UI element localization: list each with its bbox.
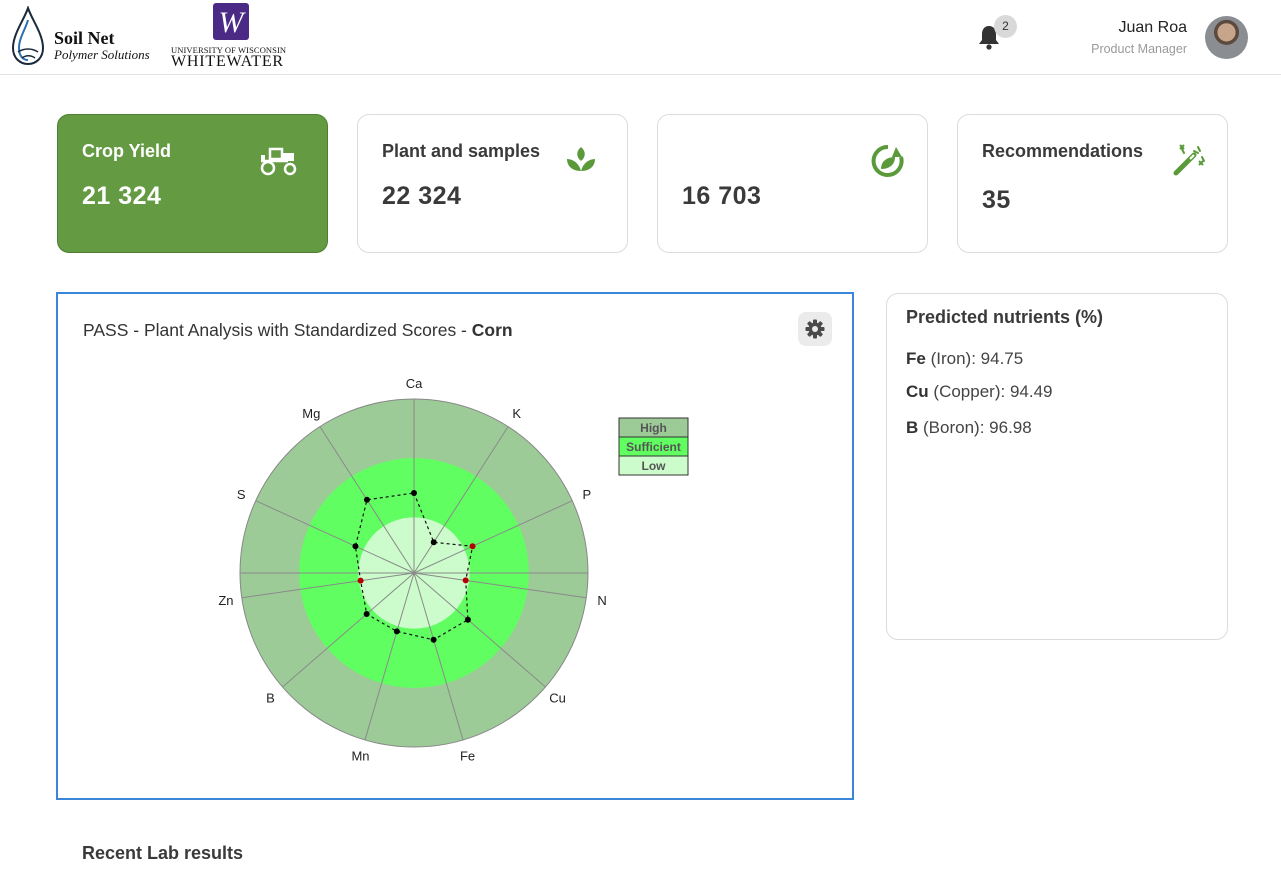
university-campus: WHITEWATER [171,53,284,70]
brand-logo[interactable]: Soil Net Polymer Solutions [54,29,150,63]
plant-icon [567,147,595,171]
category-label: Mg [302,406,320,421]
university-logo-icon: W [213,3,249,40]
category-label: S [237,487,246,502]
university-logo-mark: W [219,6,247,39]
data-point [352,543,359,550]
card-value: 22 324 [382,182,462,210]
brand-name: Soil Net [54,28,115,48]
nutrient-name: (Boron) [923,418,980,437]
data-point [357,577,364,584]
nutrient-row: Fe (Iron): 94.75 [906,349,1024,368]
data-point [363,611,370,618]
data-point [464,616,471,623]
recommendations-card[interactable]: Recommendations 35 [957,114,1228,253]
category-label: Cu [549,690,566,705]
user-avatar[interactable] [1205,16,1248,59]
card-value: 16 703 [682,182,762,210]
notification-count-badge: 2 [994,15,1017,38]
category-label: Zn [218,593,233,608]
category-label: Fe [460,748,475,763]
category-label: Ca [406,376,423,391]
water-drop-logo-icon [11,6,45,66]
nutrient-symbol: Cu [906,382,929,401]
card-title: Plant and samples [382,141,541,161]
legend-label: Low [642,459,667,473]
plant-samples-card[interactable]: Plant and samples 22 324 [357,114,628,253]
data-point [393,628,400,635]
brand-tagline: Polymer Solutions [54,47,150,62]
pass-radar-chart: Ca K P N Cu Fe Mn B Zn S Mg High Sufficient Low [218,376,689,763]
recycle-leaf-icon [871,144,904,177]
category-label: B [266,690,275,705]
nutrients-title: Predicted nutrients (%) [906,307,1104,327]
user-role: Product Manager [1091,42,1187,56]
legend-label: High [640,421,667,435]
nutrient-symbol: B [906,418,919,437]
category-label: P [582,487,591,502]
nutrient-value: 94.49 [1009,382,1053,401]
crop-yield-card[interactable]: Crop Yield 21 324 [57,114,328,253]
category-label: Mn [351,748,369,763]
tractor-icon [260,147,297,176]
data-point [430,636,437,643]
user-name[interactable]: Juan Roa [1119,19,1188,37]
recent-lab-results-heading: Recent Lab results [82,843,244,863]
category-label: K [512,406,521,421]
data-point [411,489,417,496]
card-value: 35 [982,186,1011,214]
card-title: Recommendations [982,141,1144,161]
nutrient-name: (Copper) [933,382,1001,401]
nutrient-row: B (Boron): 96.98 [906,418,1032,437]
data-point [363,496,370,503]
nutrient-row: Cu (Copper): 94.49 [906,382,1053,401]
data-point [430,539,437,546]
nutrient-value: 94.75 [980,349,1024,368]
card-value: 21 324 [82,182,162,210]
legend-label: Sufficient [626,440,681,454]
magic-wand-icon [1173,144,1205,176]
nutrient-name: (Iron) [930,349,972,368]
card-title: Crop Yield [82,141,172,161]
top-header: Soil Net Polymer Solutions W UNIVERSITY … [0,0,1281,75]
data-point [462,577,469,584]
recycled-samples-card[interactable]: 16 703 [657,114,928,253]
data-point [469,543,476,550]
predicted-nutrients-panel: Predicted nutrients (%) Fe (Iron): 94.75… [886,293,1228,640]
nutrient-symbol: Fe [906,349,926,368]
nutrient-value: 96.98 [989,418,1032,437]
category-label: N [597,593,606,608]
pass-chart-panel[interactable]: PASS - Plant Analysis with Standardized … [56,292,854,800]
